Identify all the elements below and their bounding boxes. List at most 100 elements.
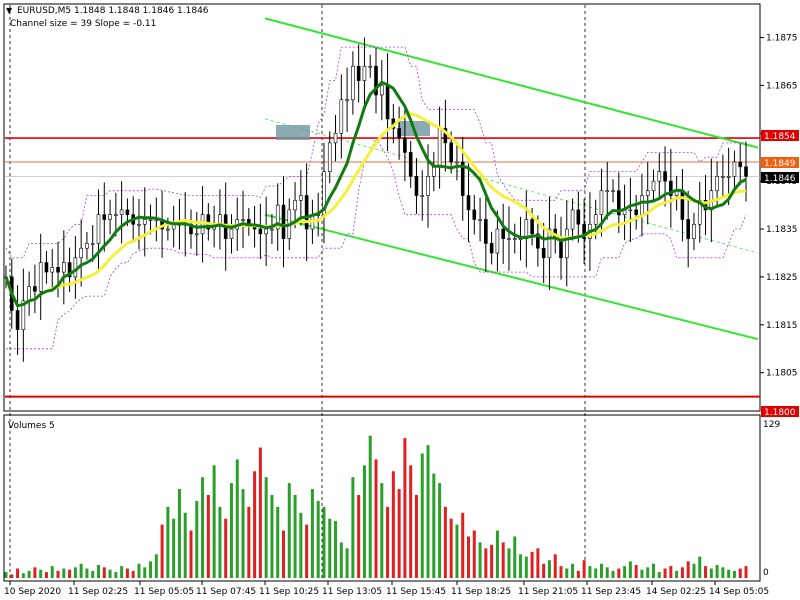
- candle-body: [56, 267, 60, 273]
- volume-bar: [732, 570, 736, 578]
- volume-bar: [97, 564, 100, 578]
- candle-body: [512, 238, 517, 240]
- price-tick-label: 1.1825: [766, 273, 798, 283]
- volume-bar: [652, 563, 655, 578]
- candle-body: [327, 142, 332, 172]
- candle-body: [466, 195, 471, 211]
- candle-body: [692, 223, 696, 239]
- candle-body: [90, 243, 95, 245]
- volume-bar: [704, 566, 708, 578]
- candle-body: [333, 132, 338, 144]
- candle-body: [593, 214, 598, 225]
- volume-bar: [657, 572, 661, 578]
- candle-body: [738, 161, 743, 168]
- candle-body: [142, 219, 147, 225]
- svg-text:1.1854: 1.1854: [764, 132, 796, 142]
- candle-body: [79, 247, 83, 259]
- volume-bar: [357, 494, 361, 578]
- volume-bar: [328, 518, 332, 578]
- volume-bar: [507, 548, 511, 578]
- zone-box: [276, 125, 310, 140]
- volume-bar: [149, 561, 153, 578]
- volume-bar: [85, 568, 89, 578]
- candle-body: [119, 209, 124, 215]
- volume-bar: [91, 570, 95, 578]
- candle-body: [385, 85, 390, 120]
- volume-bar: [253, 471, 257, 578]
- volume-bar: [530, 551, 534, 578]
- volume-bar: [160, 524, 164, 578]
- candle-body: [50, 267, 55, 273]
- candle-body: [102, 214, 107, 220]
- candle-body: [657, 171, 662, 182]
- volume-bar: [461, 512, 465, 578]
- volume-bar: [73, 567, 77, 578]
- candle-body: [426, 176, 430, 196]
- volume-bar: [334, 521, 338, 578]
- volume-bar: [738, 568, 742, 578]
- volume-bar: [212, 465, 216, 578]
- volume-bar: [559, 566, 563, 578]
- volume-bar: [299, 512, 303, 578]
- candle-body: [200, 214, 205, 235]
- volume-bar: [27, 570, 31, 578]
- candle-body: [408, 152, 413, 177]
- volume-bar: [403, 438, 407, 578]
- candle-body: [645, 190, 650, 196]
- svg-text:1.1846: 1.1846: [764, 174, 796, 184]
- volume-axis-max: 129: [763, 420, 780, 430]
- volume-bar: [640, 569, 644, 578]
- volume-bar: [56, 570, 60, 578]
- candle-body: [530, 219, 534, 235]
- candle-body: [715, 176, 719, 192]
- volume-bar: [310, 489, 314, 578]
- volume-bar: [143, 567, 147, 578]
- price-tag-last: 1.1846: [761, 172, 799, 184]
- volume-bar: [617, 568, 621, 578]
- volume-bar: [582, 560, 586, 578]
- price-tick-label: 1.1835: [766, 225, 798, 235]
- chart-dropdown-icon[interactable]: ▼: [6, 6, 13, 15]
- candle-body: [148, 219, 153, 221]
- volume-bar: [698, 556, 702, 578]
- volume-bar: [235, 459, 239, 578]
- candle-body: [356, 65, 361, 81]
- candle-body: [599, 190, 604, 215]
- volume-bar: [345, 548, 349, 578]
- candle-body: [651, 180, 656, 192]
- volume-bar: [490, 544, 494, 578]
- candle-body: [108, 214, 112, 220]
- candle-body: [264, 228, 268, 235]
- candle-body: [726, 176, 731, 178]
- volume-bar: [744, 566, 748, 578]
- candle-body: [634, 209, 638, 215]
- volume-bar: [120, 566, 124, 578]
- time-tick-label: 11 Sep 07:45: [196, 587, 256, 597]
- volume-bar: [114, 572, 118, 578]
- volume-bar: [414, 494, 418, 578]
- volume-bar: [50, 566, 54, 578]
- volume-bar: [16, 568, 20, 578]
- volume-bar: [455, 524, 459, 578]
- candle-body: [484, 219, 488, 244]
- candle-body: [44, 262, 49, 273]
- candle-body: [293, 200, 297, 211]
- candle-body: [744, 166, 748, 177]
- volume-bar: [282, 530, 285, 578]
- time-tick-label: 14 Sep 05:05: [709, 587, 769, 597]
- volume-bar: [709, 568, 713, 578]
- price-tag-support: 1.1800: [761, 406, 799, 418]
- volume-axis-zero: 0: [763, 568, 769, 578]
- time-tick-label: 11 Sep 23:45: [581, 587, 641, 597]
- candle-body: [432, 166, 436, 177]
- volume-bar: [137, 563, 141, 578]
- volume-bar: [680, 567, 684, 578]
- candle-body: [38, 262, 43, 292]
- candle-body: [478, 219, 482, 221]
- volume-bar: [594, 568, 598, 578]
- volume-bar: [39, 569, 43, 578]
- price-tag-resistance: 1.1854: [761, 130, 799, 142]
- volume-bar: [10, 574, 14, 578]
- svg-text:1.1800: 1.1800: [764, 408, 796, 418]
- candle-body: [362, 65, 367, 81]
